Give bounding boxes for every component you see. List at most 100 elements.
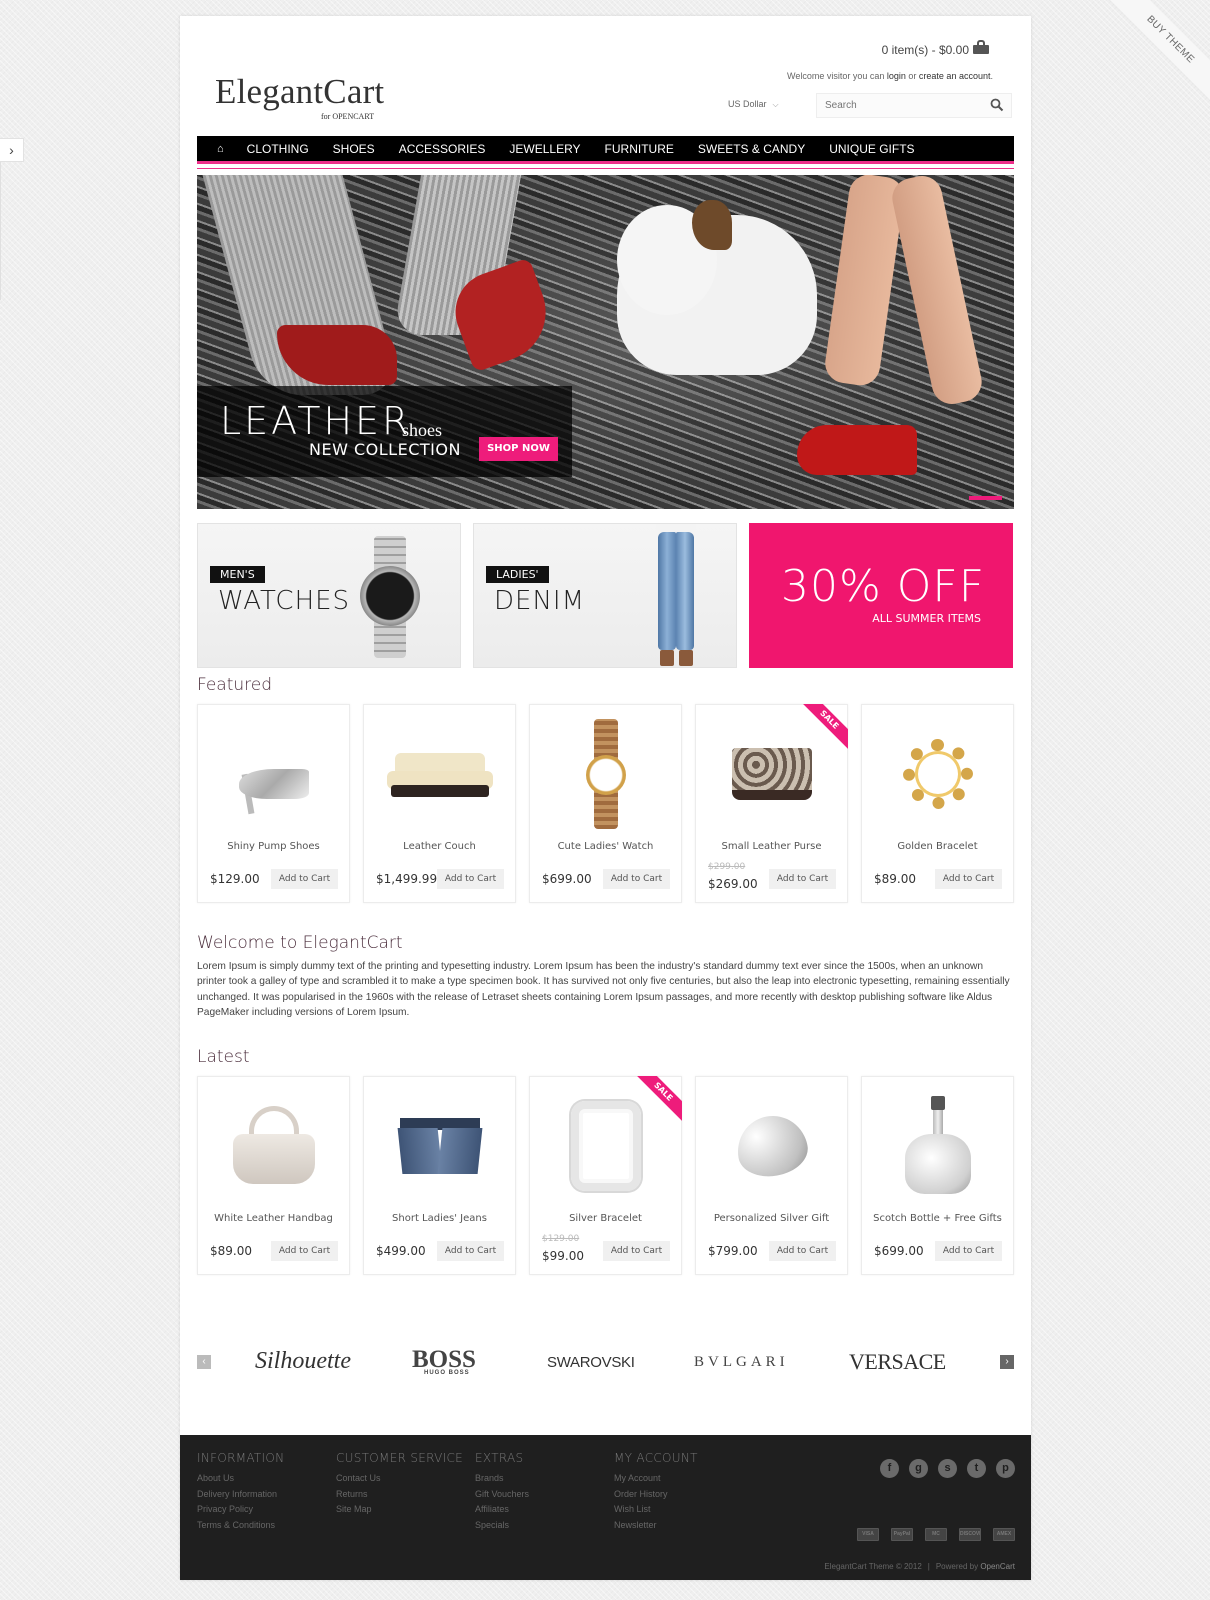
banner-discount-subtitle: ALL SUMMER ITEMS [872, 612, 981, 625]
facebook-icon[interactable]: f [880, 1459, 899, 1478]
add-to-cart-button[interactable]: Add to Cart [769, 1241, 836, 1261]
product-name[interactable]: Silver Bracelet [530, 1213, 681, 1224]
carousel-next-button[interactable]: › [1000, 1355, 1014, 1369]
buy-theme-ribbon[interactable]: BUY THEME [1090, 0, 1210, 120]
product-card[interactable]: SALE Silver Bracelet $129.00 $99.00 Add … [529, 1076, 682, 1275]
banner-mens-watches[interactable]: MEN'S WATCHES [197, 523, 461, 668]
slider-pager-active[interactable] [969, 496, 1002, 500]
product-image-bracelet[interactable] [879, 715, 996, 832]
currency-select[interactable]: US Dollar ⌵ [728, 99, 779, 110]
footer-link-returns[interactable]: Returns [336, 1487, 463, 1503]
product-card[interactable]: SALE Small Leather Purse $299.00 $269.00… [695, 704, 848, 903]
search-input[interactable] [817, 94, 977, 117]
footer-link-affiliates[interactable]: Affiliates [475, 1502, 529, 1518]
twitter-icon[interactable]: t [967, 1459, 986, 1478]
product-card[interactable]: Personalized Silver Gift $799.00 Add to … [695, 1076, 848, 1275]
brand-boss[interactable]: BOSS HUGO BOSS [412, 1346, 476, 1376]
product-name[interactable]: Scotch Bottle + Free Gifts [862, 1213, 1013, 1224]
product-name[interactable]: Short Ladies' Jeans [364, 1213, 515, 1224]
footer-heading: INFORMATION [197, 1451, 285, 1465]
carousel-prev-button[interactable]: ‹ [197, 1355, 211, 1369]
search-icon[interactable] [990, 98, 1004, 112]
product-image-decanter[interactable] [879, 1087, 996, 1204]
product-card[interactable]: Short Ladies' Jeans $499.00 Add to Cart [363, 1076, 516, 1275]
shopping-bag-icon[interactable] [973, 40, 989, 54]
nav-home[interactable]: ⌂ [197, 143, 235, 155]
product-price: $699.00 [542, 872, 592, 886]
add-to-cart-button[interactable]: Add to Cart [271, 869, 338, 889]
product-name[interactable]: White Leather Handbag [198, 1213, 349, 1224]
footer-link-about-us[interactable]: About Us [197, 1471, 284, 1487]
skype-icon[interactable]: s [938, 1459, 957, 1478]
nav-item-accessories[interactable]: ACCESSORIES [387, 142, 498, 156]
footer-link-delivery[interactable]: Delivery Information [197, 1487, 284, 1503]
product-card[interactable]: Golden Bracelet $89.00 Add to Cart [861, 704, 1014, 903]
slide-caption: LEATHER shoes NEW COLLECTION SHOP NOW [197, 386, 572, 477]
add-to-cart-button[interactable]: Add to Cart [603, 1241, 670, 1261]
pinterest-icon[interactable]: p [996, 1459, 1015, 1478]
nav-item-unique-gifts[interactable]: UNIQUE GIFTS [817, 142, 926, 156]
footer-link-brands[interactable]: Brands [475, 1471, 529, 1487]
add-to-cart-button[interactable]: Add to Cart [437, 869, 504, 889]
nav-item-jewellery[interactable]: JEWELLERY [497, 142, 592, 156]
product-image-shorts[interactable] [381, 1087, 498, 1204]
product-card[interactable]: Shiny Pump Shoes $129.00 Add to Cart [197, 704, 350, 903]
product-image-watch[interactable] [547, 715, 664, 832]
banner-summer-sale[interactable]: 30% OFF ALL SUMMER ITEMS [749, 523, 1013, 668]
product-card[interactable]: White Leather Handbag $89.00 Add to Cart [197, 1076, 350, 1275]
login-link[interactable]: login [887, 71, 906, 81]
product-image-handbag[interactable] [215, 1087, 332, 1204]
welcome-suffix: . [990, 71, 993, 81]
brand-versace[interactable]: VERSACE [849, 1349, 946, 1375]
watch-image [358, 536, 422, 658]
product-name[interactable]: Golden Bracelet [862, 841, 1013, 852]
footer-link-terms[interactable]: Terms & Conditions [197, 1518, 284, 1534]
product-name[interactable]: Small Leather Purse [696, 841, 847, 852]
product-card[interactable]: Cute Ladies' Watch $699.00 Add to Cart [529, 704, 682, 903]
brand-silhouette[interactable]: Silhouette [255, 1348, 351, 1375]
product-image-shoes[interactable] [215, 715, 332, 832]
footer-link-newsletter[interactable]: Newsletter [614, 1518, 698, 1534]
footer-link-contact[interactable]: Contact Us [336, 1471, 463, 1487]
footer-link-sitemap[interactable]: Site Map [336, 1502, 463, 1518]
footer-link-wish-list[interactable]: Wish List [614, 1502, 698, 1518]
hero-slider[interactable]: LEATHER shoes NEW COLLECTION SHOP NOW [197, 175, 1014, 509]
product-image-couch[interactable] [381, 715, 498, 832]
opencart-link[interactable]: OpenCart [980, 1562, 1015, 1571]
footer-link-gift-vouchers[interactable]: Gift Vouchers [475, 1487, 529, 1503]
cart-summary[interactable]: 0 item(s) - $0.00 [882, 43, 969, 57]
nav-item-sweets-candy[interactable]: SWEETS & CANDY [686, 142, 817, 156]
footer-link-privacy[interactable]: Privacy Policy [197, 1502, 284, 1518]
add-to-cart-button[interactable]: Add to Cart [603, 869, 670, 889]
footer-link-my-account[interactable]: My Account [614, 1471, 698, 1487]
chevron-down-icon: ⌵ [772, 100, 779, 109]
nav-item-furniture[interactable]: FURNITURE [593, 142, 686, 156]
add-to-cart-button[interactable]: Add to Cart [437, 1241, 504, 1261]
buy-theme-label[interactable]: BUY THEME [1103, 0, 1210, 107]
add-to-cart-button[interactable]: Add to Cart [271, 1241, 338, 1261]
add-to-cart-button[interactable]: Add to Cart [935, 1241, 1002, 1261]
brand-swarovski[interactable]: SWAROVSKI [547, 1354, 635, 1371]
amex-icon: AMEX [993, 1528, 1015, 1541]
footer-link-specials[interactable]: Specials [475, 1518, 529, 1534]
product-name[interactable]: Leather Couch [364, 841, 515, 852]
side-panel-toggle[interactable]: › [0, 138, 24, 162]
footer-link-order-history[interactable]: Order History [614, 1487, 698, 1503]
product-card[interactable]: Scotch Bottle + Free Gifts $699.00 Add t… [861, 1076, 1014, 1275]
product-name[interactable]: Personalized Silver Gift [696, 1213, 847, 1224]
product-image-silver-heart[interactable] [713, 1087, 830, 1204]
add-to-cart-button[interactable]: Add to Cart [769, 869, 836, 889]
create-account-link[interactable]: create an account [919, 71, 991, 81]
nav-item-shoes[interactable]: SHOES [321, 142, 387, 156]
add-to-cart-button[interactable]: Add to Cart [935, 869, 1002, 889]
banner-ladies-denim[interactable]: LADIES' DENIM [473, 523, 737, 668]
product-name[interactable]: Cute Ladies' Watch [530, 841, 681, 852]
google-plus-icon[interactable]: g [909, 1459, 928, 1478]
brand-bvlgari[interactable]: BVLGARI [694, 1354, 789, 1371]
slide-headline: LEATHER [220, 399, 412, 443]
nav-item-clothing[interactable]: CLOTHING [235, 142, 321, 156]
product-card[interactable]: Leather Couch $1,499.99 Add to Cart [363, 704, 516, 903]
product-name[interactable]: Shiny Pump Shoes [198, 841, 349, 852]
shop-now-button[interactable]: SHOP NOW [479, 437, 558, 461]
logo[interactable]: ElegantCart for OPENCART [215, 72, 384, 121]
